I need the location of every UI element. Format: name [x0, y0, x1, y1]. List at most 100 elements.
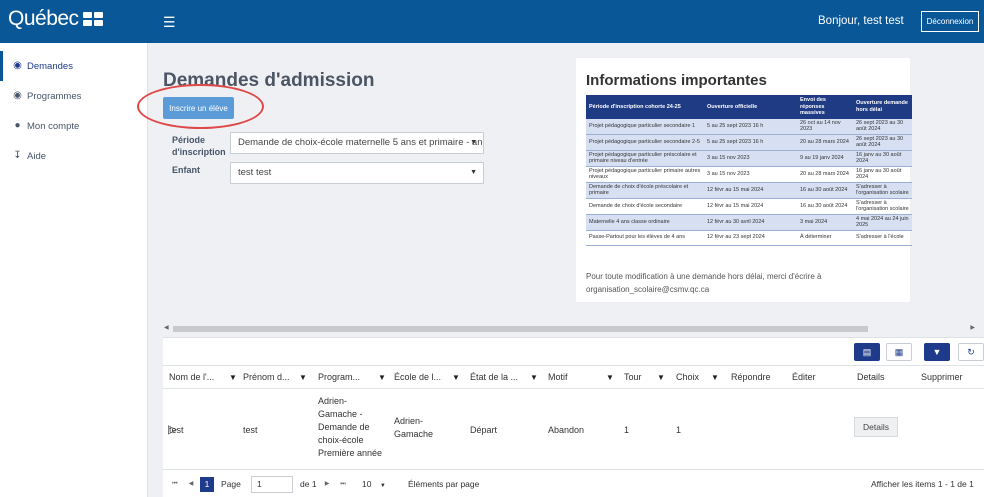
info-cell: 20 au 28 mars 2024	[797, 166, 853, 183]
info-table-row: Maternelle 4 ans classe ordinaire 12 févr…	[586, 214, 912, 231]
items-summary: Afficher les items 1 - 1 de 1	[871, 479, 974, 489]
filter-icon[interactable]: ▼	[924, 343, 950, 361]
last-page-icon[interactable]: ⏭	[337, 477, 349, 492]
page-input[interactable]: 1	[251, 476, 293, 493]
info-cell: 3 au 15 nov 2023	[704, 166, 797, 183]
info-cell: Maternelle 4 ans classe ordinaire	[586, 214, 704, 231]
mouse-cursor-icon: ▷	[168, 422, 178, 436]
info-cell: Projet pédagogique particulier secondair…	[586, 134, 704, 151]
pdf-export-icon[interactable]: ▦	[886, 343, 912, 361]
prev-page-icon[interactable]: ◀	[185, 477, 197, 492]
fleur-de-lys-icon	[82, 12, 103, 26]
info-cell: 12 févr au 15 mai 2024	[704, 182, 797, 199]
sidebar-item-demandes[interactable]: ◉ Demandes	[0, 51, 147, 81]
info-title: Informations importantes	[586, 72, 767, 89]
info-table-row: Projet pédagogique particulier préscolai…	[586, 150, 912, 167]
pagination: ⏮ ◀ 1 Page 1 de 1 ▶ ⏭ 10 ▼ Éléments par …	[163, 471, 984, 497]
column-header[interactable]: Choix	[676, 372, 699, 382]
details-button[interactable]: Details	[854, 417, 898, 437]
info-cell: S'adresser à l'organisation scolaire	[853, 182, 912, 199]
info-header-cell: Ouverture demande hors délai	[853, 95, 912, 119]
column-header[interactable]: École de l...	[394, 372, 441, 382]
sidebar: ◉ Demandes ◉ Programmes ● Mon compte ↧ A…	[0, 43, 148, 497]
cell-tour: 1	[624, 425, 630, 435]
logo-text: Québec	[8, 7, 79, 30]
column-header[interactable]: Prénom d...	[243, 372, 290, 382]
info-cell: S'adresser à l'école	[853, 230, 912, 246]
info-cell: À déterminer	[797, 230, 853, 246]
page-title: Demandes d'admission	[163, 70, 375, 91]
quebec-logo[interactable]: Québec	[8, 7, 103, 31]
info-table-row: Passe-Partout pour les élèves de 4 ans 12…	[586, 230, 912, 246]
column-header[interactable]: Motif	[548, 372, 568, 382]
info-cell: 3 au 15 nov 2023	[704, 150, 797, 167]
scroll-right-icon[interactable]: ▶	[970, 324, 975, 331]
user-greeting: Bonjour, test test	[818, 15, 904, 27]
sidebar-item-mon-compte[interactable]: ● Mon compte	[0, 111, 147, 141]
horizontal-scrollbar[interactable]: ◀ ▶	[163, 323, 975, 334]
column-header: Details	[857, 372, 885, 382]
filter-icon[interactable]: ▼	[452, 373, 460, 382]
period-label: Période d'inscription	[172, 135, 226, 157]
cell-line: Gamache	[394, 429, 434, 439]
first-page-icon[interactable]: ⏮	[169, 477, 181, 492]
cell-prenom: test	[243, 425, 258, 435]
cell-line: choix-école	[318, 435, 364, 445]
info-table-row: Projet pédagogique particulier secondair…	[586, 134, 912, 151]
child-value: test test	[238, 167, 272, 178]
sidebar-item-aide[interactable]: ↧ Aide	[0, 141, 147, 171]
chevron-down-icon: ▼	[470, 169, 477, 176]
info-header-cell: Ouverture officielle	[704, 95, 797, 119]
filter-icon[interactable]: ▼	[606, 373, 614, 382]
chevron-down-icon: ▼	[470, 139, 477, 146]
info-cell: 12 févr au 23 sept 2024	[704, 230, 797, 246]
info-cell: 26 sept 2023 au 30 août 2024	[853, 134, 912, 151]
column-header: Éditer	[792, 372, 816, 382]
info-cell: Demande de choix d'école préscolaire et …	[586, 182, 704, 199]
cell-line: Adrien-	[394, 416, 424, 426]
sidebar-item-programmes[interactable]: ◉ Programmes	[0, 81, 147, 111]
logout-button[interactable]: Déconnexion	[921, 11, 979, 32]
info-cell: 3 mai 2024	[797, 214, 853, 231]
grid-header: Nom de l'... ▼ Prénom d... ▼ Program... …	[163, 365, 984, 389]
filter-icon[interactable]: ▼	[299, 373, 307, 382]
filter-icon[interactable]: ▼	[378, 373, 386, 382]
scroll-left-icon[interactable]: ◀	[164, 324, 169, 331]
info-cell: 12 févr au 15 mai 2024	[704, 198, 797, 215]
info-cell: 16 au 30 août 2024	[797, 182, 853, 199]
period-select[interactable]: Demande de choix-école maternelle 5 ans …	[230, 132, 484, 154]
info-table-row: Demande de choix d'école secondaire 12 fé…	[586, 198, 912, 215]
column-header[interactable]: Nom de l'...	[169, 372, 214, 382]
info-table-row: Projet pédagogique particulier primaire …	[586, 166, 912, 183]
filter-icon[interactable]: ▼	[530, 373, 538, 382]
cell-etat: Départ	[470, 425, 498, 435]
hamburger-icon[interactable]: ☰	[163, 14, 176, 31]
column-header[interactable]: Program...	[318, 372, 360, 382]
current-page-button[interactable]: 1	[200, 477, 214, 492]
table-row[interactable]: test test Adrien- Gamache - Demande de c…	[163, 390, 984, 470]
period-value: Demande de choix-école maternelle 5 ans …	[238, 137, 484, 148]
info-panel: Informations importantes Période d'inscr…	[576, 58, 912, 302]
filter-icon[interactable]: ▼	[229, 373, 237, 382]
cell-line: Demande de	[318, 422, 370, 432]
excel-export-icon[interactable]: ▤	[854, 343, 880, 361]
enroll-student-button[interactable]: Inscrire un élève	[163, 97, 234, 119]
scrollbar-thumb[interactable]	[173, 326, 868, 332]
info-cell: Projet pédagogique particulier secondair…	[586, 118, 704, 135]
column-header[interactable]: Tour	[624, 372, 642, 382]
refresh-icon[interactable]: ↻	[958, 343, 984, 361]
page-size-select[interactable]: 10 ▼	[356, 476, 398, 493]
requests-grid: ▤ ▦ ▼ ↻ Nom de l'... ▼ Prénom d... ▼ Pro…	[163, 337, 984, 497]
page-total: de 1	[300, 479, 317, 489]
cell-programme: Adrien- Gamache - Demande de choix-école…	[318, 395, 382, 460]
filter-icon[interactable]: ▼	[657, 373, 665, 382]
child-select[interactable]: test test ▼	[230, 162, 484, 184]
info-note-email[interactable]: organisation_scolaire@csmv.qc.ca	[586, 283, 886, 296]
info-cell: 16 janv au 30 août 2024	[853, 166, 912, 183]
info-cell: 16 au 30 août 2024	[797, 198, 853, 215]
items-per-page-label: Éléments par page	[408, 479, 480, 489]
column-header[interactable]: État de la ...	[470, 372, 518, 382]
info-table-row: Projet pédagogique particulier secondair…	[586, 118, 912, 135]
filter-icon[interactable]: ▼	[711, 373, 719, 382]
next-page-icon[interactable]: ▶	[321, 477, 333, 492]
